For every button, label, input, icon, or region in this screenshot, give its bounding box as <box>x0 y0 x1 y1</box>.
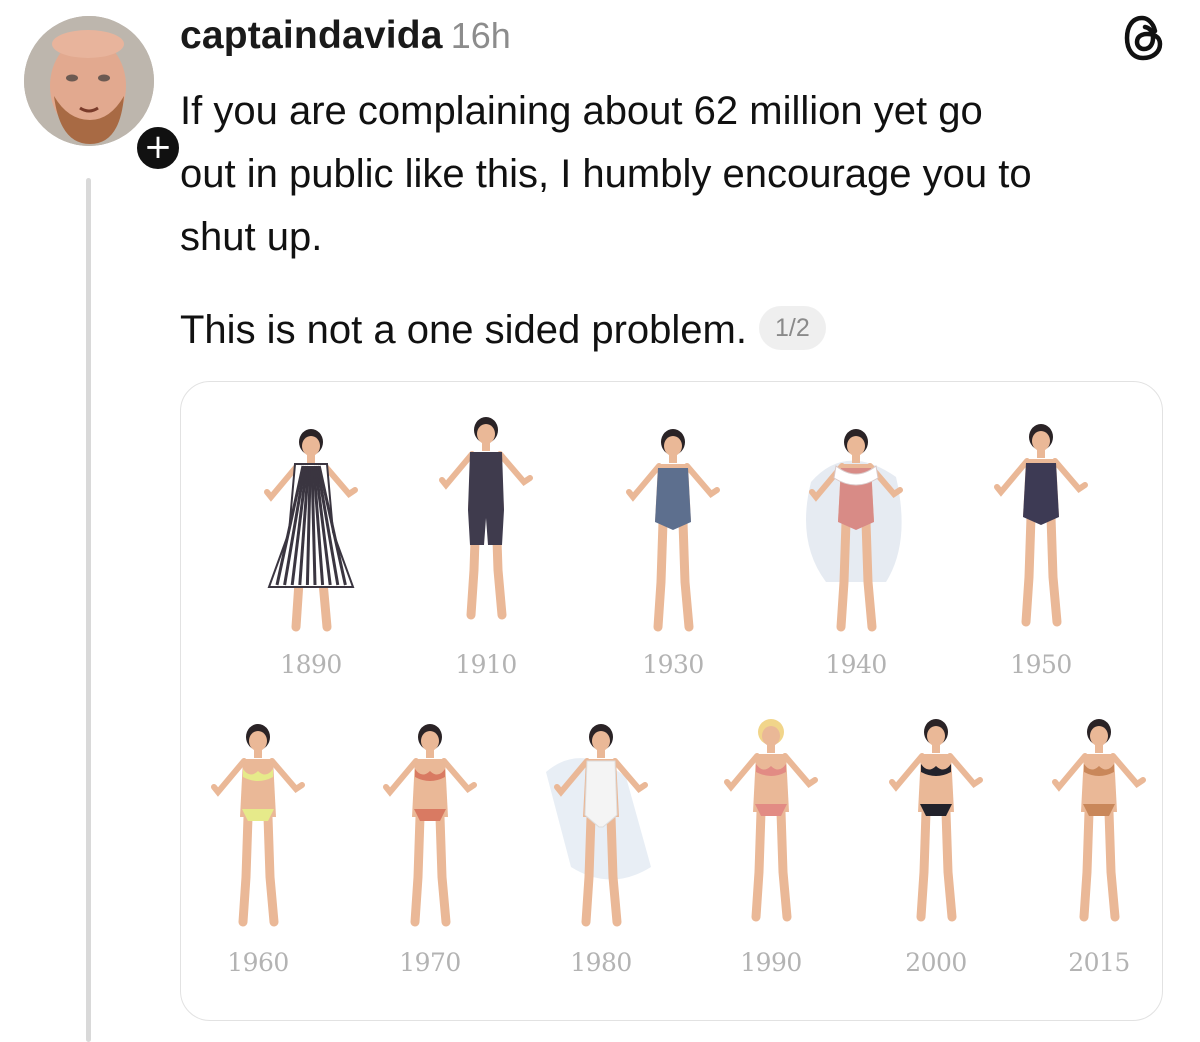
year-label: 1940 <box>825 650 887 679</box>
post-image[interactable]: 1890 1910 1930 1940 1950 1960 1970 1980 1990 2000… <box>180 381 1163 1021</box>
figure-2000 <box>866 712 1006 942</box>
year-label: 1890 <box>280 650 342 679</box>
year-label: 1950 <box>1010 650 1072 679</box>
post-paragraph-text: This is not a one sided problem. <box>180 308 747 352</box>
year-label: 1970 <box>399 948 461 977</box>
figure-1890 <box>241 422 381 652</box>
figure-1970 <box>360 717 500 947</box>
threads-logo-icon[interactable] <box>1122 14 1166 62</box>
year-label: 1910 <box>455 650 517 679</box>
year-label: 1980 <box>570 948 632 977</box>
plus-icon: + <box>143 127 173 167</box>
username[interactable]: captaindavida <box>180 14 443 57</box>
year-label: 1990 <box>740 948 802 977</box>
post-paragraph: If you are complaining about 62 million … <box>180 89 1032 259</box>
page-indicator-badge: 1/2 <box>758 306 826 351</box>
figure-1960 <box>188 717 328 947</box>
timestamp: 16h <box>450 15 511 56</box>
year-label: 2015 <box>1068 948 1130 977</box>
figure-1990 <box>701 712 841 942</box>
thread-line <box>86 178 91 1042</box>
figure-1980 <box>531 717 671 947</box>
figure-1910 <box>416 410 556 640</box>
post-body: If you are complaining about 62 million … <box>180 80 1180 362</box>
year-label: 2000 <box>905 948 967 977</box>
follow-button[interactable]: + <box>132 122 184 174</box>
figure-1950 <box>971 417 1111 647</box>
figure-2015 <box>1029 712 1162 942</box>
figure-1940 <box>786 422 926 652</box>
post-paragraph-2: This is not a one sided problem. 1/2 <box>180 299 1180 362</box>
year-label: 1960 <box>227 948 289 977</box>
figure-1930 <box>603 422 743 652</box>
year-label: 1930 <box>642 650 704 679</box>
avatar[interactable] <box>24 16 154 146</box>
post-header: captaindavida 16h <box>180 14 511 58</box>
avatar-container: + <box>24 16 184 174</box>
